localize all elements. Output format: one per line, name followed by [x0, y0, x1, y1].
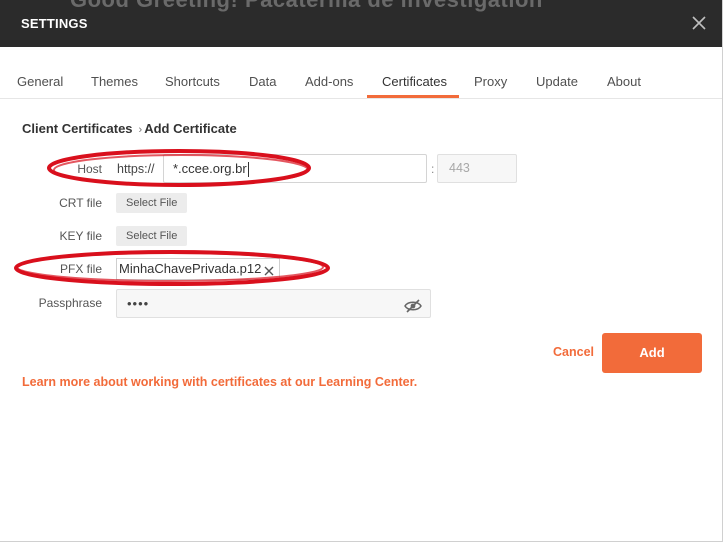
breadcrumb-separator-icon: ›: [138, 124, 143, 136]
tab-data[interactable]: Data: [249, 66, 276, 97]
host-label: Host: [77, 162, 102, 176]
host-prefix: https://: [117, 162, 155, 176]
settings-tabs: General Themes Shortcuts Data Add-ons Ce…: [0, 66, 723, 99]
remove-file-icon[interactable]: [263, 263, 275, 276]
passphrase-input[interactable]: ••••: [116, 289, 431, 318]
host-value: *.ccee.org.br: [173, 161, 247, 176]
crt-select-file-button[interactable]: Select File: [116, 193, 188, 213]
settings-header: Good Greeting! Pacaterma de investigatio…: [0, 0, 723, 47]
pfx-file-name: MinhaChavePrivada.p12: [119, 261, 262, 276]
breadcrumb: Client Certificates › Add Certificate: [22, 121, 237, 136]
breadcrumb-current: Add Certificate: [144, 121, 237, 136]
tab-general[interactable]: General: [17, 66, 63, 97]
crt-label: CRT file: [59, 196, 102, 210]
port-separator: :: [431, 162, 435, 176]
active-tab-indicator: [367, 95, 459, 98]
tab-shortcuts[interactable]: Shortcuts: [165, 66, 220, 97]
add-button[interactable]: Add: [602, 333, 702, 373]
host-input[interactable]: *.ccee.org.br: [163, 154, 427, 183]
tab-proxy[interactable]: Proxy: [474, 66, 507, 97]
key-select-file-button[interactable]: Select File: [116, 226, 188, 246]
cancel-button[interactable]: Cancel: [553, 345, 594, 359]
breadcrumb-parent[interactable]: Client Certificates: [22, 121, 133, 136]
passphrase-value: ••••: [127, 296, 150, 311]
pfx-label: PFX file: [59, 262, 102, 276]
tab-certificates[interactable]: Certificates: [382, 66, 447, 97]
passphrase-label: Passphrase: [38, 296, 102, 310]
tab-update[interactable]: Update: [536, 66, 578, 97]
close-icon[interactable]: [689, 13, 709, 33]
tab-about[interactable]: About: [607, 66, 641, 97]
tab-themes[interactable]: Themes: [91, 66, 138, 97]
text-cursor: [247, 162, 249, 178]
modal-title: SETTINGS: [21, 16, 88, 31]
key-label: KEY file: [59, 229, 102, 243]
tab-add-ons[interactable]: Add-ons: [305, 66, 353, 97]
port-input[interactable]: 443: [437, 154, 517, 183]
eye-slash-icon[interactable]: [404, 296, 422, 313]
background-window-text: Good Greeting! Pacaterma de investigatio…: [70, 0, 543, 13]
pfx-file-chip: MinhaChavePrivada.p12: [116, 258, 280, 280]
learning-center-link[interactable]: Learn more about working with certificat…: [22, 375, 417, 389]
